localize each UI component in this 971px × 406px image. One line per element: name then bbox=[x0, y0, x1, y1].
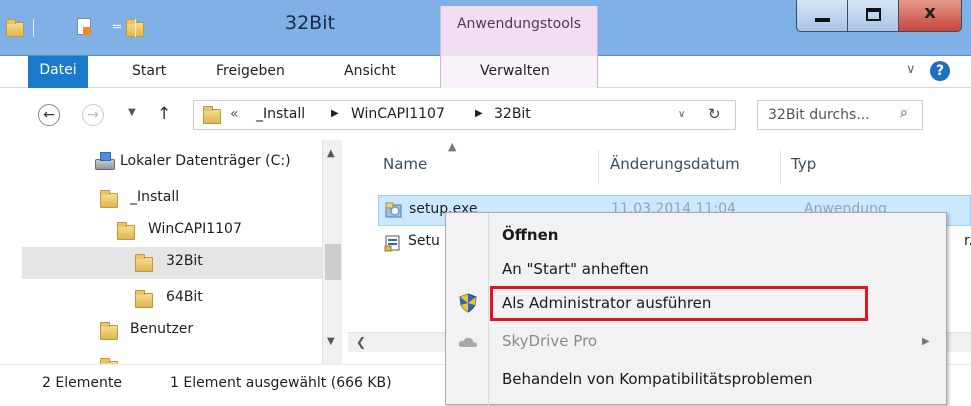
window-title: 32Bit bbox=[285, 12, 335, 34]
scroll-up-icon[interactable]: ▲ bbox=[327, 148, 335, 159]
breadcrumb-separator-icon[interactable]: ▶ bbox=[331, 108, 339, 119]
tree-item-label: Lokaler Datenträger (C:) bbox=[120, 153, 291, 169]
menu-item-label: Öffnen bbox=[502, 226, 559, 244]
shield-icon bbox=[459, 293, 477, 313]
menu-item-label: Behandeln von Kompatibilitätsproblemen bbox=[502, 370, 813, 388]
file-name: Setu bbox=[408, 233, 440, 249]
context-tab-group-header: Anwendungstools bbox=[440, 6, 598, 56]
installer-icon bbox=[385, 202, 402, 218]
folder-icon bbox=[203, 106, 221, 124]
breadcrumb-32bit[interactable]: 32Bit bbox=[494, 106, 531, 122]
scroll-left-icon[interactable]: ❮ bbox=[356, 335, 366, 349]
navigation-pane: Lokaler Datenträger (C:) _Install WinCAP… bbox=[0, 140, 345, 364]
folder-icon bbox=[135, 254, 153, 272]
recent-locations-dropdown-icon[interactable]: ▼ bbox=[128, 107, 136, 118]
breadcrumb-wincapi[interactable]: WinCAPI1107 bbox=[351, 106, 445, 122]
tree-item-benutzer[interactable]: Benutzer bbox=[0, 316, 320, 347]
search-input[interactable] bbox=[758, 101, 898, 129]
ribbon-tab-bar: Datei Start Freigeben Ansicht Verwalten … bbox=[0, 56, 971, 88]
cloud-icon bbox=[458, 337, 477, 347]
quick-access-separator bbox=[33, 19, 34, 37]
context-menu: Öffnen An "Start" anheften Als Administr… bbox=[445, 212, 947, 406]
menu-item-skydrive-pro[interactable]: SkyDrive Pro ▶ bbox=[446, 325, 946, 359]
column-divider[interactable] bbox=[780, 150, 781, 185]
folder-icon bbox=[6, 19, 24, 37]
minimize-button[interactable] bbox=[796, 0, 848, 32]
folder-icon bbox=[100, 322, 118, 340]
navigation-scrollbar[interactable]: ▲ ▼ bbox=[322, 140, 342, 364]
breadcrumb-install[interactable]: _Install bbox=[256, 106, 305, 122]
column-header-date[interactable]: Änderungsdatum bbox=[610, 155, 740, 173]
tree-item-label: 32Bit bbox=[166, 253, 203, 269]
submenu-arrow-icon: ▶ bbox=[922, 336, 930, 347]
maximize-icon bbox=[866, 8, 881, 21]
menu-item-label: An "Start" anheften bbox=[502, 260, 649, 278]
tab-freigeben[interactable]: Freigeben bbox=[216, 63, 285, 79]
tree-item-install[interactable]: _Install bbox=[0, 184, 320, 215]
close-button[interactable]: x bbox=[898, 0, 962, 32]
up-arrow-icon[interactable]: ↑ bbox=[157, 104, 171, 124]
context-tab-group-label: Anwendungstools bbox=[456, 16, 581, 32]
tree-item-label: _Install bbox=[130, 189, 180, 205]
column-header-name[interactable]: Name bbox=[383, 155, 427, 173]
minimize-icon bbox=[815, 18, 830, 22]
menu-item-open[interactable]: Öffnen bbox=[446, 219, 946, 253]
search-icon[interactable]: ⌕ bbox=[900, 105, 908, 121]
tree-item-local-disk[interactable]: Lokaler Datenträger (C:) bbox=[0, 148, 320, 179]
tree-item-label: Benutzer bbox=[130, 321, 194, 337]
quick-access-dropdown-icon[interactable]: ═ bbox=[113, 20, 121, 35]
drive-icon bbox=[95, 152, 115, 170]
item-count: 2 Elemente bbox=[42, 375, 122, 391]
column-header-type[interactable]: Typ bbox=[791, 155, 816, 173]
column-divider[interactable] bbox=[598, 150, 599, 185]
tab-datei[interactable]: Datei bbox=[28, 56, 88, 88]
file-type: r. bbox=[964, 233, 971, 249]
title-bar[interactable]: ═ 32Bit Anwendungstools x bbox=[0, 0, 971, 56]
help-icon[interactable]: ? bbox=[930, 61, 950, 81]
setup-file-icon bbox=[384, 235, 400, 252]
expand-ribbon-chevron-icon[interactable]: ∨ bbox=[906, 62, 916, 77]
tree-item-wincapi1107[interactable]: WinCAPI1107 bbox=[0, 216, 320, 247]
address-bar[interactable]: « _Install ▶ WinCAPI1107 ▶ 32Bit ∨ ↻ bbox=[193, 100, 736, 130]
scroll-down-icon[interactable]: ▼ bbox=[327, 336, 335, 347]
tree-item-64bit[interactable]: 64Bit bbox=[0, 284, 320, 315]
tab-verwalten[interactable]: Verwalten bbox=[480, 63, 550, 79]
forward-button[interactable]: → bbox=[82, 104, 104, 126]
close-icon: x bbox=[924, 2, 936, 23]
tree-item-partial[interactable] bbox=[0, 352, 320, 364]
quick-access-separator bbox=[135, 19, 136, 37]
folder-icon bbox=[135, 290, 153, 308]
search-box[interactable]: ⌕ bbox=[757, 100, 923, 130]
address-dropdown-icon[interactable]: ∨ bbox=[678, 109, 685, 120]
back-arrow-icon: ← bbox=[43, 107, 55, 123]
tab-start[interactable]: Start bbox=[132, 63, 166, 79]
menu-item-troubleshoot-compatibility[interactable]: Behandeln von Kompatibilitätsproblemen bbox=[446, 363, 946, 397]
menu-item-label: SkyDrive Pro bbox=[502, 332, 598, 350]
back-button[interactable]: ← bbox=[38, 104, 60, 126]
selection-info: 1 Element ausgewählt (666 KB) bbox=[170, 375, 392, 391]
breadcrumb-separator-icon[interactable]: ▶ bbox=[475, 108, 483, 119]
menu-item-pin-to-start[interactable]: An "Start" anheften bbox=[446, 253, 946, 287]
tree-item-label: WinCAPI1107 bbox=[148, 221, 242, 237]
address-toolbar: ← → ▼ ↑ « _Install ▶ WinCAPI1107 ▶ 32Bit… bbox=[0, 88, 971, 140]
tree-item-32bit[interactable]: 32Bit bbox=[0, 248, 320, 279]
scrollbar-thumb[interactable] bbox=[325, 244, 341, 280]
folder-icon bbox=[100, 190, 118, 208]
tab-ansicht[interactable]: Ansicht bbox=[344, 63, 396, 79]
folder-icon bbox=[117, 222, 135, 240]
highlight-annotation-box bbox=[490, 286, 868, 321]
breadcrumb-overflow[interactable]: « bbox=[230, 106, 239, 122]
tree-item-label: 64Bit bbox=[166, 289, 203, 305]
properties-icon[interactable] bbox=[76, 18, 91, 35]
refresh-icon[interactable]: ↻ bbox=[708, 105, 721, 123]
maximize-button[interactable] bbox=[847, 0, 899, 32]
sort-ascending-icon: ▲ bbox=[448, 140, 457, 153]
forward-arrow-icon: → bbox=[87, 107, 99, 123]
